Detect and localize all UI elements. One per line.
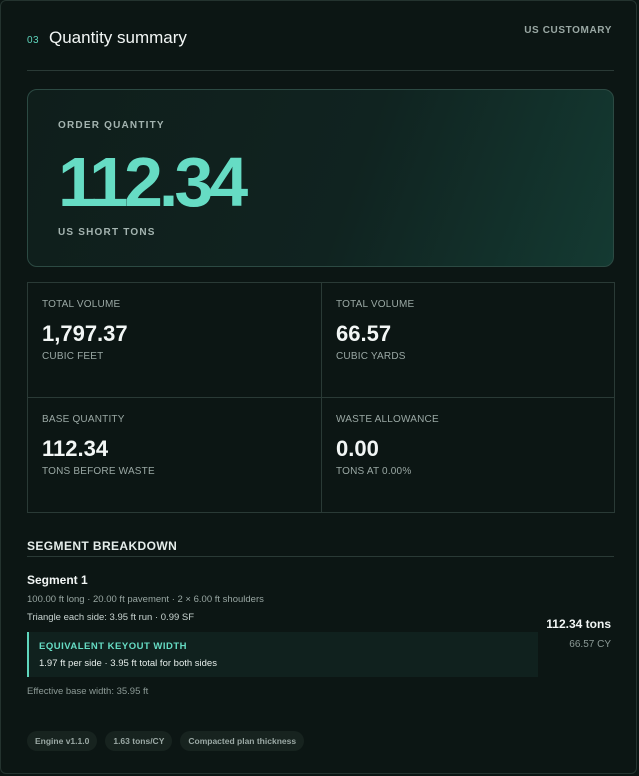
step-number: 03 (27, 35, 40, 46)
segment-dimensions: 100.00 ft long · 20.00 ft pavement · 2 ×… (27, 594, 264, 605)
section-divider (27, 556, 614, 557)
metric-value: 1,797.37 (42, 321, 128, 346)
keyout-width-callout: EQUIVALENT KEYOUT WIDTH 1.97 ft per side… (27, 632, 538, 677)
keyout-detail: 1.97 ft per side · 3.95 ft total for bot… (39, 658, 217, 669)
metric-unit: CUBIC FEET (42, 351, 104, 362)
thickness-basis-chip: Compacted plan thickness (180, 731, 305, 751)
metric-value: 112.34 (42, 436, 109, 461)
metric-cell-cubic-feet: TOTAL VOLUME 1,797.37 CUBIC FEET (28, 283, 321, 397)
metric-label: TOTAL VOLUME (336, 299, 415, 310)
unit-system-label: US CUSTOMARY (524, 25, 612, 36)
metric-unit: TONS BEFORE WASTE (42, 466, 155, 477)
metric-unit: CUBIC YARDS (336, 351, 406, 362)
metric-label: TOTAL VOLUME (42, 299, 121, 310)
segment-cubic-yards: 66.57 CY (569, 639, 611, 650)
keyout-label: EQUIVALENT KEYOUT WIDTH (39, 641, 188, 652)
quantity-summary-panel: 03 Quantity summary US CUSTOMARY ORDER Q… (0, 0, 637, 774)
metric-value: 66.57 (336, 321, 392, 346)
order-quantity-card: ORDER QUANTITY 112.34 US SHORT TONS (27, 89, 614, 267)
metric-label: BASE QUANTITY (42, 414, 125, 425)
segment-breakdown-title: SEGMENT BREAKDOWN (27, 539, 178, 553)
order-quantity-value: 112.34 (58, 143, 248, 221)
metric-cell-base-quantity: BASE QUANTITY 112.34 TONS BEFORE WASTE (28, 398, 321, 512)
header-divider (27, 70, 614, 71)
metrics-grid: TOTAL VOLUME 1,797.37 CUBIC FEET TOTAL V… (27, 282, 615, 513)
segment-tons: 112.34 tons (546, 617, 611, 631)
metric-unit: TONS AT 0.00% (336, 466, 412, 477)
metric-cell-waste-allowance: WASTE ALLOWANCE 0.00 TONS AT 0.00% (322, 398, 615, 512)
metric-label: WASTE ALLOWANCE (336, 414, 439, 425)
order-quantity-label: ORDER QUANTITY (58, 120, 165, 131)
engine-version-chip: Engine v1.1.0 (27, 731, 98, 751)
page-title: Quantity summary (49, 28, 187, 47)
metric-value: 0.00 (336, 436, 379, 461)
segment-triangle: Triangle each side: 3.95 ft run · 0.99 S… (27, 612, 195, 623)
footer-chips: Engine v1.1.0 1.63 tons/CY Compacted pla… (27, 731, 305, 751)
order-quantity-unit: US SHORT TONS (58, 227, 156, 238)
density-chip: 1.63 tons/CY (105, 731, 173, 751)
effective-base-width: Effective base width: 35.95 ft (27, 686, 149, 697)
metric-cell-cubic-yards: TOTAL VOLUME 66.57 CUBIC YARDS (322, 283, 615, 397)
grid-divider-horizontal (28, 397, 614, 398)
segment-name: Segment 1 (27, 573, 88, 587)
